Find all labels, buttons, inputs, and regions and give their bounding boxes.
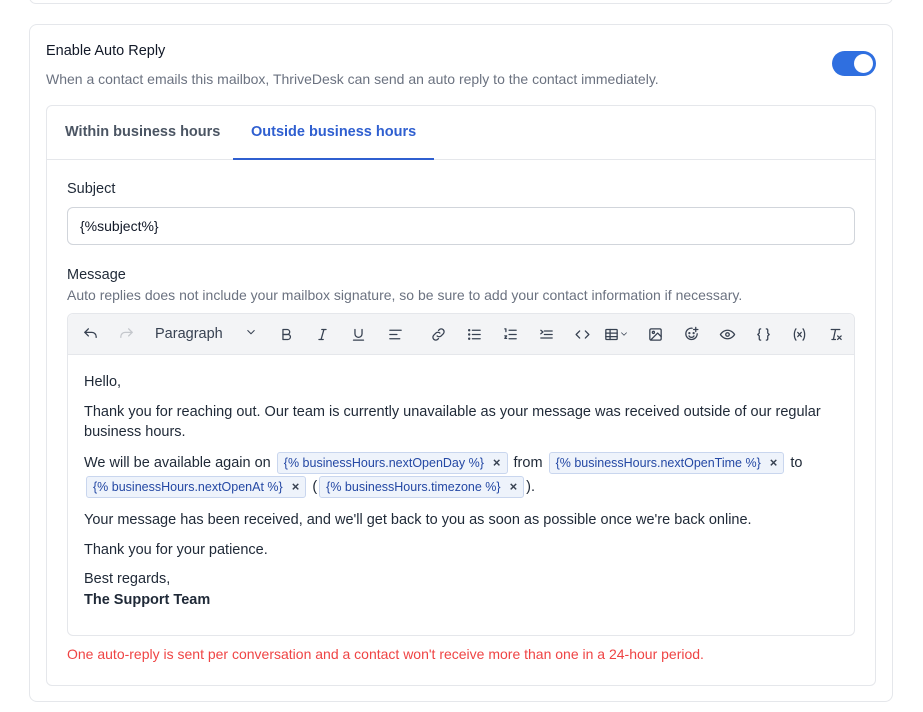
greeting-text: Hello, <box>84 374 122 390</box>
close-icon[interactable]: × <box>292 479 300 494</box>
close-icon[interactable]: × <box>510 479 518 494</box>
chip-label: {% businessHours.nextOpenTime %} <box>555 456 761 470</box>
tab-within-business-hours[interactable]: Within business hours <box>47 106 238 160</box>
braces-icon[interactable] <box>751 322 775 346</box>
preview-icon[interactable] <box>715 322 739 346</box>
previous-card <box>29 0 893 4</box>
undo-icon[interactable] <box>78 322 102 346</box>
auto-reply-limit-note: One auto-reply is sent per conversation … <box>67 646 704 662</box>
variable-chip-next-open-at[interactable]: {% businessHours.nextOpenAt %} × <box>86 476 307 498</box>
toggle-knob <box>854 54 873 73</box>
redo-icon[interactable] <box>114 322 138 346</box>
image-icon[interactable] <box>643 322 667 346</box>
tab-outside-business-hours[interactable]: Outside business hours <box>233 106 435 160</box>
body-paragraph-1: Thank you for reaching out. Our team is … <box>84 404 821 440</box>
table-chevron-icon[interactable] <box>617 322 631 346</box>
availability-prefix: We will be available again on <box>84 455 271 471</box>
regards-text: Best regards, <box>84 571 171 587</box>
body-paragraph-4: Thank you for your patience. <box>84 542 268 558</box>
message-editor[interactable]: Paragraph Hello, Thank you for reaching … <box>67 313 855 636</box>
indent-icon[interactable] <box>534 322 558 346</box>
italic-icon[interactable] <box>310 322 334 346</box>
bold-icon[interactable] <box>274 322 298 346</box>
underline-icon[interactable] <box>346 322 370 346</box>
to-text: to <box>790 455 803 471</box>
message-label: Message <box>67 267 126 283</box>
chip-label: {% businessHours.nextOpenAt %} <box>93 480 283 494</box>
variable-icon[interactable] <box>787 322 811 346</box>
clear-format-icon[interactable] <box>823 322 847 346</box>
emoji-icon[interactable] <box>679 322 703 346</box>
chip-label: {% businessHours.timezone %} <box>326 480 501 494</box>
signature-text: The Support Team <box>84 592 211 608</box>
subject-input[interactable]: {%subject%} <box>67 207 855 245</box>
body-paragraph-3: Your message has been received, and we'l… <box>84 512 752 528</box>
message-help-text: Auto replies does not include your mailb… <box>67 287 743 303</box>
variable-chip-timezone[interactable]: {% businessHours.timezone %} × <box>319 476 525 498</box>
chevron-down-icon[interactable] <box>244 325 260 341</box>
open-paren-text: ( <box>312 479 318 495</box>
availability-paragraph: We will be available again on {% busines… <box>84 451 844 499</box>
paragraph-select[interactable]: Paragraph <box>155 326 223 342</box>
editor-toolbar: Paragraph <box>68 314 854 355</box>
auto-reply-description: When a contact emails this mailbox, Thri… <box>46 71 659 87</box>
from-text: from <box>513 455 543 471</box>
variable-chip-next-open-time[interactable]: {% businessHours.nextOpenTime %} × <box>548 452 785 474</box>
link-icon[interactable] <box>426 322 450 346</box>
close-paren-text: ). <box>526 479 536 495</box>
auto-reply-toggle[interactable] <box>832 51 876 76</box>
chip-label: {% businessHours.nextOpenDay %} <box>283 456 484 470</box>
code-icon[interactable] <box>570 322 594 346</box>
auto-reply-title: Enable Auto Reply <box>46 43 166 59</box>
align-icon[interactable] <box>383 322 407 346</box>
bullet-list-icon[interactable] <box>462 322 486 346</box>
variable-chip-next-open-day[interactable]: {% businessHours.nextOpenDay %} × <box>276 452 508 474</box>
close-icon[interactable]: × <box>770 455 778 470</box>
hours-tabs: Within business hours Outside business h… <box>47 106 875 160</box>
ordered-list-icon[interactable] <box>498 322 522 346</box>
subject-label: Subject <box>67 181 116 197</box>
close-icon[interactable]: × <box>493 455 501 470</box>
